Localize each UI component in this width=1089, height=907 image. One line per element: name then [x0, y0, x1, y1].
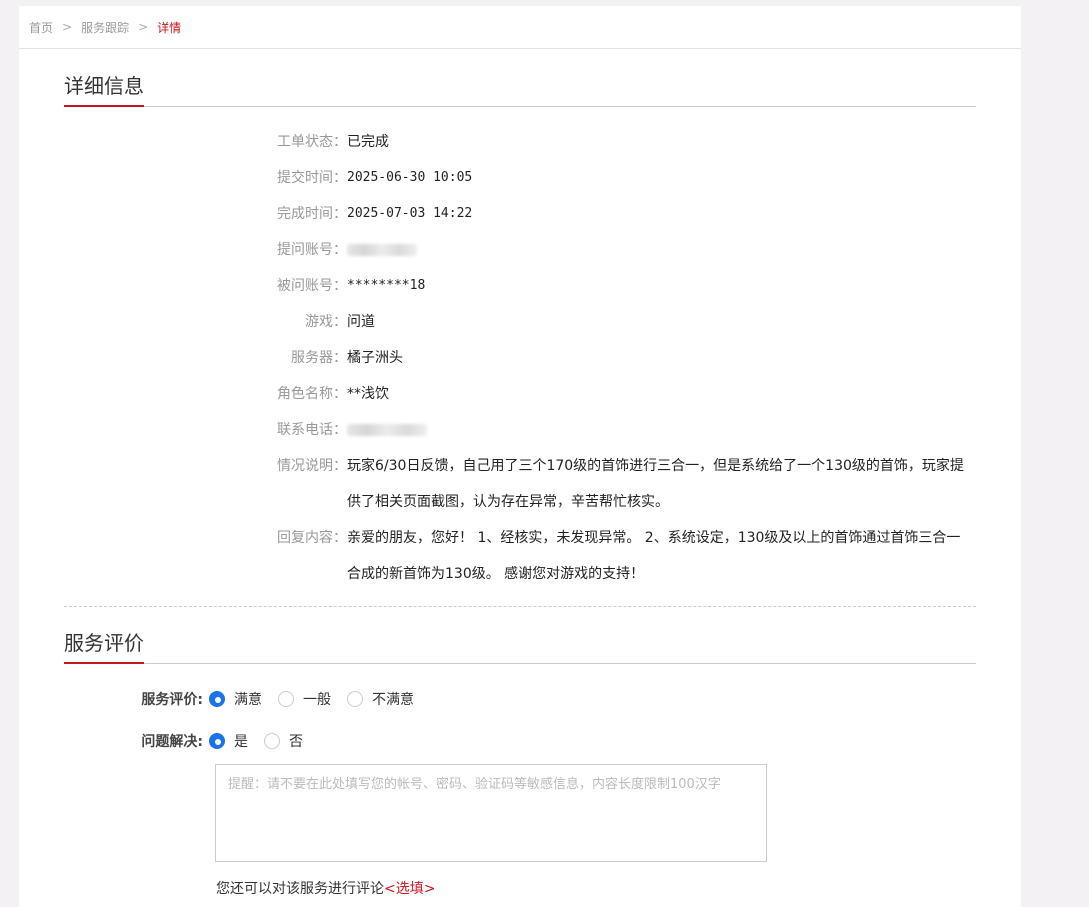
hint-text: 您还可以对该服务进行评论	[216, 881, 384, 897]
breadcrumb-current: 详情	[157, 20, 182, 35]
info-row-game: 游戏： 问道	[19, 304, 1021, 340]
rating-option-average[interactable]: 一般	[278, 689, 331, 709]
hint-optional: <选填>	[384, 881, 436, 897]
info-label: 完成时间：	[277, 206, 347, 222]
option-label: 一般	[303, 692, 331, 708]
info-label: 提交时间：	[277, 170, 347, 186]
rating-label: 服务评价:	[141, 692, 203, 708]
info-value: **浅饮	[347, 386, 389, 402]
option-label: 不满意	[372, 692, 414, 708]
option-label: 是	[234, 734, 248, 750]
rating-option-unsatisfied[interactable]: 不满意	[347, 689, 414, 709]
detail-section-title: 详细信息	[64, 73, 144, 107]
comment-hint: 您还可以对该服务进行评论<选填>	[216, 878, 435, 898]
evaluation-section-title: 服务评价	[64, 630, 144, 664]
info-label: 游戏：	[305, 314, 347, 330]
info-label: 工单状态：	[277, 134, 347, 150]
info-label: 服务器：	[291, 350, 347, 366]
option-label: 满意	[234, 692, 262, 708]
rating-option-satisfied[interactable]: 满意	[209, 689, 262, 709]
info-row-finish-time: 完成时间： 2025-07-03 14:22	[19, 196, 1021, 232]
info-label: 被问账号：	[277, 278, 347, 294]
redacted-blur	[347, 423, 427, 436]
radio-selected[interactable]	[209, 733, 225, 749]
info-row-status: 工单状态： 已完成	[19, 124, 1021, 160]
evaluation-form: 服务评价: 满意 一般 不满意 问题解决: 是 否	[19, 678, 1021, 762]
solved-label: 问题解决:	[141, 734, 203, 750]
info-value: 2025-07-03 14:22	[347, 206, 473, 221]
info-row-submit-time: 提交时间： 2025-06-30 10:05	[19, 160, 1021, 196]
breadcrumb-separator: >	[138, 20, 149, 34]
redacted-blur	[347, 243, 417, 256]
info-value: 已完成	[347, 134, 389, 150]
comment-textarea[interactable]	[215, 764, 767, 862]
option-label: 否	[289, 734, 303, 750]
solved-option-yes[interactable]: 是	[209, 731, 248, 751]
info-row-asked-account: 被问账号： ********18	[19, 268, 1021, 304]
section-divider	[64, 606, 976, 607]
detail-info-list: 工单状态： 已完成 提交时间： 2025-06-30 10:05 完成时间： 2…	[19, 124, 1021, 592]
radio-unselected[interactable]	[264, 733, 280, 749]
detail-section-header: 详细信息	[64, 67, 976, 107]
info-value	[347, 232, 967, 268]
info-value: 问道	[347, 314, 375, 330]
radio-selected[interactable]	[209, 691, 225, 707]
info-value: 2025-06-30 10:05	[347, 170, 473, 185]
breadcrumb-tracking[interactable]: 服务跟踪	[81, 19, 129, 36]
breadcrumb: 首页 > 服务跟踪 > 详情	[19, 6, 1021, 49]
info-row-asker-account: 提问账号：	[19, 232, 1021, 268]
info-label: 联系电话：	[277, 422, 347, 438]
info-row-role-name: 角色名称： **浅饮	[19, 376, 1021, 412]
evaluation-section-header: 服务评价	[64, 624, 976, 664]
radio-unselected[interactable]	[278, 691, 294, 707]
info-label: 提问账号：	[277, 242, 347, 258]
solved-row: 问题解决: 是 否	[19, 720, 1021, 762]
info-value: 亲爱的朋友，您好！ 1、经核实，未发现异常。 2、系统设定，130级及以上的首饰…	[347, 530, 961, 582]
detail-panel: 首页 > 服务跟踪 > 详情 详细信息 工单状态： 已完成 提交时间： 2025…	[19, 6, 1021, 907]
info-label: 情况说明：	[277, 458, 347, 474]
solved-option-no[interactable]: 否	[264, 731, 303, 751]
rating-row: 服务评价: 满意 一般 不满意	[19, 678, 1021, 720]
info-row-server: 服务器： 橘子洲头	[19, 340, 1021, 376]
info-value: ********18	[347, 278, 426, 293]
info-row-reply: 回复内容： 亲爱的朋友，您好！ 1、经核实，未发现异常。 2、系统设定，130级…	[19, 520, 1021, 592]
radio-unselected[interactable]	[347, 691, 363, 707]
breadcrumb-separator: >	[62, 20, 73, 34]
info-value: 玩家6/30日反馈，自己用了三个170级的首饰进行三合一，但是系统给了一个130…	[347, 458, 964, 510]
info-row-description: 情况说明： 玩家6/30日反馈，自己用了三个170级的首饰进行三合一，但是系统给…	[19, 448, 1021, 520]
info-value: 橘子洲头	[347, 350, 403, 366]
info-label: 角色名称：	[277, 386, 347, 402]
breadcrumb-home[interactable]: 首页	[29, 19, 53, 36]
info-row-phone: 联系电话：	[19, 412, 1021, 448]
info-value	[347, 412, 967, 448]
info-label: 回复内容：	[277, 530, 347, 546]
